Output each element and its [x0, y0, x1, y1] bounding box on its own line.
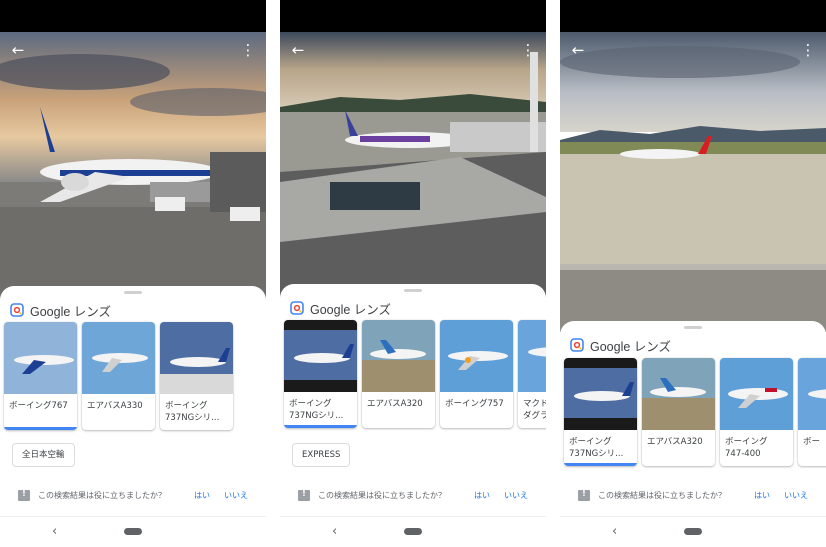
entity-chip[interactable]: 全日本空輸	[12, 443, 75, 467]
airport-photo-jal	[560, 32, 826, 332]
feedback-yes-button[interactable]: はい	[474, 490, 490, 501]
feedback-row: この検索結果は役に立ちましたか？ はい いいえ	[18, 487, 248, 503]
feedback-question: この検索結果は役に立ちましたか？	[598, 490, 726, 500]
nav-back-icon[interactable]: ‹	[612, 524, 617, 539]
result-thumbnail	[284, 320, 357, 392]
back-arrow-icon[interactable]: ←	[8, 40, 28, 60]
nav-home-icon[interactable]	[404, 528, 422, 535]
result-thumbnail	[564, 358, 637, 430]
result-card[interactable]: ボーイング 747-400	[720, 358, 793, 466]
phone-screen-1: ← ⋮ Google レンズ ボーイング767 エアバスA330 ボーイング 7…	[0, 0, 266, 547]
airport-photo-express	[280, 32, 546, 298]
result-thumbnail	[798, 358, 826, 430]
results-carousel[interactable]: ボーイング 737NGシリ... エアバスA320 ボーイング757 マクド ダ…	[284, 320, 546, 428]
result-thumbnail	[362, 320, 435, 392]
result-label: ボーイング 737NGシリ...	[569, 437, 624, 459]
result-label: ボー	[803, 437, 821, 447]
result-card[interactable]: マクド ダグラ	[518, 320, 546, 428]
result-thumbnail	[4, 322, 77, 394]
more-vert-icon[interactable]: ⋮	[518, 40, 538, 60]
result-card[interactable]: ボーイング 737NGシリ...	[284, 320, 357, 428]
feedback-yes-button[interactable]: はい	[754, 490, 770, 501]
lens-header: Google レンズ	[10, 300, 111, 320]
result-thumbnail	[720, 358, 793, 430]
result-label: ボーイング 747-400	[725, 437, 768, 459]
lens-header: Google レンズ	[290, 298, 391, 318]
feedback-no-button[interactable]: いいえ	[784, 490, 808, 501]
system-nav-bar: ‹	[560, 516, 826, 547]
result-card[interactable]: ボー	[798, 358, 826, 466]
result-card[interactable]: ボーイング 737NGシリ...	[564, 358, 637, 466]
results-carousel[interactable]: ボーイング 737NGシリ... エアバスA320 ボーイング 747-400 …	[564, 358, 826, 466]
result-thumbnail	[160, 322, 233, 394]
phone-screen-3: ← ⋮ Google レンズ ボーイング 737NGシリ... エアバスA320…	[560, 0, 826, 547]
lens-title: Google レンズ	[30, 304, 112, 319]
back-arrow-icon[interactable]: ←	[568, 40, 588, 60]
lens-results-sheet: Google レンズ ボーイング 737NGシリ... エアバスA320 ボーイ…	[280, 284, 546, 517]
google-lens-icon	[290, 301, 304, 315]
nav-back-icon[interactable]: ‹	[332, 524, 337, 539]
lens-results-sheet: Google レンズ ボーイング 737NGシリ... エアバスA320 ボーイ…	[560, 321, 826, 517]
google-lens-icon	[570, 338, 584, 352]
result-thumbnail	[518, 320, 546, 392]
result-thumbnail	[82, 322, 155, 394]
lens-results-sheet: Google レンズ ボーイング767 エアバスA330 ボーイング 737NG…	[0, 286, 266, 517]
result-label: ボーイング757	[445, 399, 504, 409]
more-vert-icon[interactable]: ⋮	[238, 40, 258, 60]
sheet-handle[interactable]	[404, 289, 422, 292]
result-label: ボーイング767	[9, 401, 68, 411]
results-carousel[interactable]: ボーイング767 エアバスA330 ボーイング 737NGシリ...	[4, 322, 233, 430]
airport-photo-ana	[0, 32, 266, 302]
status-bar	[560, 0, 826, 32]
feedback-icon	[578, 489, 590, 501]
phone-screen-2: ← ⋮ Google レンズ ボーイング 737NGシリ... エアバスA320…	[280, 0, 546, 547]
feedback-yes-button[interactable]: はい	[194, 490, 210, 501]
lens-header: Google レンズ	[570, 335, 671, 355]
lens-title: Google レンズ	[310, 302, 392, 317]
result-thumbnail	[440, 320, 513, 392]
feedback-row: この検索結果は役に立ちましたか？ はい いいえ	[578, 487, 808, 503]
status-bar	[0, 0, 266, 32]
feedback-no-button[interactable]: いいえ	[224, 490, 248, 501]
camera-photo	[0, 32, 266, 302]
feedback-question: この検索結果は役に立ちましたか？	[318, 490, 446, 500]
status-bar	[280, 0, 546, 32]
result-thumbnail	[642, 358, 715, 430]
result-label: ボーイング 737NGシリ...	[289, 399, 344, 421]
result-card[interactable]: ボーイング 737NGシリ...	[160, 322, 233, 430]
feedback-icon	[298, 489, 310, 501]
nav-home-icon[interactable]	[684, 528, 702, 535]
entity-chip[interactable]: EXPRESS	[292, 443, 351, 467]
sheet-handle[interactable]	[684, 326, 702, 329]
result-card[interactable]: ボーイング767	[4, 322, 77, 430]
lens-title: Google レンズ	[590, 339, 672, 354]
feedback-no-button[interactable]: いいえ	[504, 490, 528, 501]
system-nav-bar: ‹	[280, 516, 546, 547]
result-label: エアバスA330	[87, 401, 143, 411]
result-card[interactable]: エアバスA330	[82, 322, 155, 430]
sheet-handle[interactable]	[124, 291, 142, 294]
result-card[interactable]: エアバスA320	[642, 358, 715, 466]
feedback-row: この検索結果は役に立ちましたか？ はい いいえ	[298, 487, 528, 503]
back-arrow-icon[interactable]: ←	[288, 40, 308, 60]
result-label: ボーイング 737NGシリ...	[165, 401, 220, 423]
camera-photo	[560, 32, 826, 332]
feedback-question: この検索結果は役に立ちましたか？	[38, 490, 166, 500]
feedback-icon	[18, 489, 30, 501]
result-label: エアバスA320	[647, 437, 703, 447]
result-card[interactable]: エアバスA320	[362, 320, 435, 428]
nav-back-icon[interactable]: ‹	[52, 524, 57, 539]
camera-photo	[280, 32, 546, 298]
more-vert-icon[interactable]: ⋮	[798, 40, 818, 60]
result-label: マクド ダグラ	[523, 399, 546, 421]
google-lens-icon	[10, 303, 24, 317]
system-nav-bar: ‹	[0, 516, 266, 547]
result-card[interactable]: ボーイング757	[440, 320, 513, 428]
nav-home-icon[interactable]	[124, 528, 142, 535]
result-label: エアバスA320	[367, 399, 423, 409]
